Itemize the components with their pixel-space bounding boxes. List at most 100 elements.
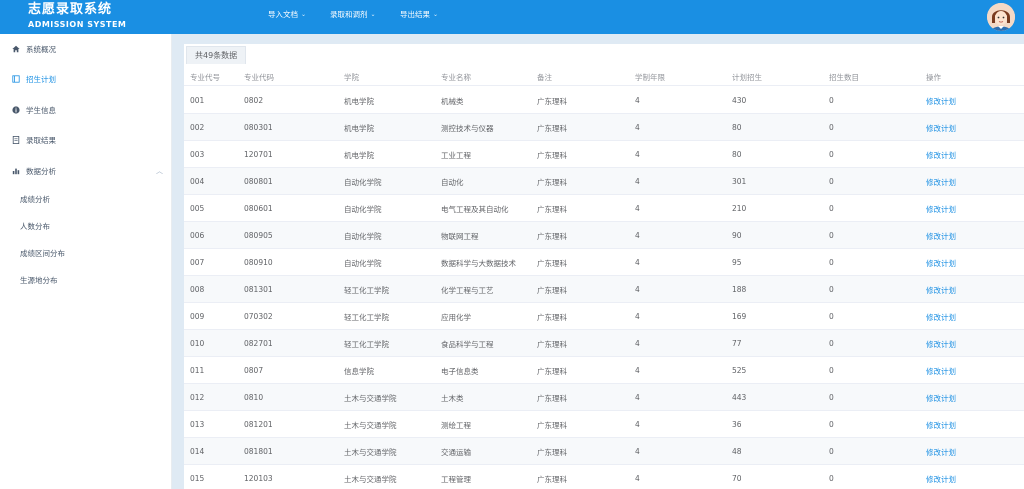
book-icon <box>12 75 20 83</box>
chart-icon <box>12 168 20 175</box>
cell-edit-plan-link[interactable]: 修改计划 <box>926 420 956 431</box>
cell-edit-plan-link[interactable]: 修改计划 <box>926 393 956 404</box>
cell-major-code: 0807 <box>244 366 264 375</box>
cell-enrolled-count: 0 <box>829 420 834 429</box>
cell-edit-plan-link[interactable]: 修改计划 <box>926 366 956 377</box>
cell-duration: 4 <box>635 150 640 159</box>
sidebar-item-admission-result[interactable]: 录取结果 <box>0 127 172 153</box>
cell-major-no: 012 <box>190 393 205 402</box>
table-row: 008 081301 轻工化工学院 化学工程与工艺 广东理科 4 188 0 修改计划 <box>184 276 1024 303</box>
cell-remark: 广东理科 <box>537 367 567 376</box>
table-row: 007 080910 自动化学院 数据科学与大数据技术 广东理科 4 95 0 修改计划 <box>184 249 1024 276</box>
cell-major-no: 002 <box>190 123 205 132</box>
cell-college: 轻工化工学院 <box>344 286 389 295</box>
table-row: 015 120103 土木与交通学院 工程管理 广东理科 4 70 0 修改计划 <box>184 465 1024 489</box>
sidebar-subitem-headcount[interactable]: 人数分布 <box>20 221 50 232</box>
column-header: 备注 <box>537 73 552 82</box>
sidebar-item-label: 录取结果 <box>26 136 56 145</box>
cell-major-no: 007 <box>190 258 205 267</box>
cell-duration: 4 <box>635 420 640 429</box>
cell-remark: 广东理科 <box>537 124 567 133</box>
table-row: 001 0802 机电学院 机械类 广东理科 4 430 0 修改计划 <box>184 87 1024 114</box>
sidebar-item-label: 招生计划 <box>26 75 56 84</box>
cell-college: 土木与交通学院 <box>344 394 397 403</box>
cell-planned-quota: 430 <box>732 96 747 105</box>
avatar[interactable] <box>987 3 1015 31</box>
cell-remark: 广东理科 <box>537 340 567 349</box>
sidebar-item-student-info[interactable]: 学生信息 <box>0 97 172 123</box>
cell-college: 自动化学院 <box>344 259 382 268</box>
sidebar-item-overview[interactable]: 系统概况 <box>0 36 172 62</box>
table-header: 专业代号 专业代码 学院 专业名称 备注 学制年限 计划招生 招生数目 操作 <box>184 66 1024 86</box>
cell-college: 轻工化工学院 <box>344 313 389 322</box>
cell-major-name: 电气工程及其自动化 <box>441 205 509 214</box>
chevron-down-icon: ⌄ <box>370 10 376 18</box>
cell-major-code: 080910 <box>244 258 273 267</box>
sidebar: 系统概况 招生计划 学生信息 录取结果 数据分析 ︿ 成绩分析 人数分布 成绩区… <box>0 34 172 489</box>
sidebar-subitem-origin[interactable]: 生源地分布 <box>20 275 58 286</box>
info-icon <box>12 106 20 114</box>
cell-major-no: 001 <box>190 96 205 105</box>
topnav-admission[interactable]: 录取和调剂 ⌄ <box>330 0 376 28</box>
sidebar-item-data-analysis[interactable]: 数据分析 ︿ <box>0 158 172 184</box>
cell-major-no: 014 <box>190 447 205 456</box>
column-header: 专业名称 <box>441 73 471 82</box>
chevron-down-icon: ⌄ <box>433 10 439 18</box>
column-header: 招生数目 <box>829 73 859 82</box>
brand-title: 志愿录取系统 <box>28 2 113 17</box>
cell-major-code: 120701 <box>244 150 273 159</box>
sidebar-subitem-score-range[interactable]: 成绩区间分布 <box>20 248 65 259</box>
cell-major-code: 081301 <box>244 285 273 294</box>
record-count-tab[interactable]: 共49条数据 <box>186 46 247 64</box>
brand-subtitle: ADMISSION SYSTEM <box>28 20 127 29</box>
cell-major-name: 电子信息类 <box>441 367 479 376</box>
topnav-import[interactable]: 导入文档 ⌄ <box>268 0 306 28</box>
cell-college: 机电学院 <box>344 151 374 160</box>
cell-edit-plan-link[interactable]: 修改计划 <box>926 96 956 107</box>
cell-edit-plan-link[interactable]: 修改计划 <box>926 285 956 296</box>
cell-edit-plan-link[interactable]: 修改计划 <box>926 231 956 242</box>
cell-edit-plan-link[interactable]: 修改计划 <box>926 474 956 485</box>
cell-duration: 4 <box>635 312 640 321</box>
cell-major-code: 120103 <box>244 474 273 483</box>
cell-duration: 4 <box>635 96 640 105</box>
cell-planned-quota: 95 <box>732 258 742 267</box>
cell-major-name: 食品科学与工程 <box>441 340 494 349</box>
cell-major-name: 化学工程与工艺 <box>441 286 494 295</box>
cell-college: 自动化学院 <box>344 205 382 214</box>
cell-major-no: 004 <box>190 177 205 186</box>
cell-major-name: 机械类 <box>441 97 464 106</box>
cell-edit-plan-link[interactable]: 修改计划 <box>926 150 956 161</box>
user-avatar-icon <box>987 3 1015 31</box>
cell-remark: 广东理科 <box>537 151 567 160</box>
cell-edit-plan-link[interactable]: 修改计划 <box>926 204 956 215</box>
cell-remark: 广东理科 <box>537 178 567 187</box>
cell-enrolled-count: 0 <box>829 366 834 375</box>
sidebar-item-enrollment-plan[interactable]: 招生计划 <box>0 66 172 92</box>
cell-duration: 4 <box>635 177 640 186</box>
cell-edit-plan-link[interactable]: 修改计划 <box>926 312 956 323</box>
cell-major-name: 测绘工程 <box>441 421 471 430</box>
cell-edit-plan-link[interactable]: 修改计划 <box>926 447 956 458</box>
cell-major-code: 080905 <box>244 231 273 240</box>
cell-major-no: 013 <box>190 420 205 429</box>
cell-enrolled-count: 0 <box>829 204 834 213</box>
sidebar-subitem-score-analysis[interactable]: 成绩分析 <box>20 194 50 205</box>
cell-duration: 4 <box>635 474 640 483</box>
cell-duration: 4 <box>635 447 640 456</box>
cell-remark: 广东理科 <box>537 475 567 484</box>
table-row: 012 0810 土木与交通学院 土木类 广东理科 4 443 0 修改计划 <box>184 384 1024 411</box>
topnav-export[interactable]: 导出结果 ⌄ <box>400 0 438 28</box>
cell-edit-plan-link[interactable]: 修改计划 <box>926 339 956 350</box>
cell-enrolled-count: 0 <box>829 123 834 132</box>
cell-remark: 广东理科 <box>537 286 567 295</box>
cell-major-no: 003 <box>190 150 205 159</box>
cell-college: 自动化学院 <box>344 232 382 241</box>
cell-edit-plan-link[interactable]: 修改计划 <box>926 123 956 134</box>
cell-remark: 广东理科 <box>537 394 567 403</box>
cell-college: 自动化学院 <box>344 178 382 187</box>
cell-major-code: 070302 <box>244 312 273 321</box>
cell-edit-plan-link[interactable]: 修改计划 <box>926 177 956 188</box>
table-row: 010 082701 轻工化工学院 食品科学与工程 广东理科 4 77 0 修改计划 <box>184 330 1024 357</box>
cell-edit-plan-link[interactable]: 修改计划 <box>926 258 956 269</box>
